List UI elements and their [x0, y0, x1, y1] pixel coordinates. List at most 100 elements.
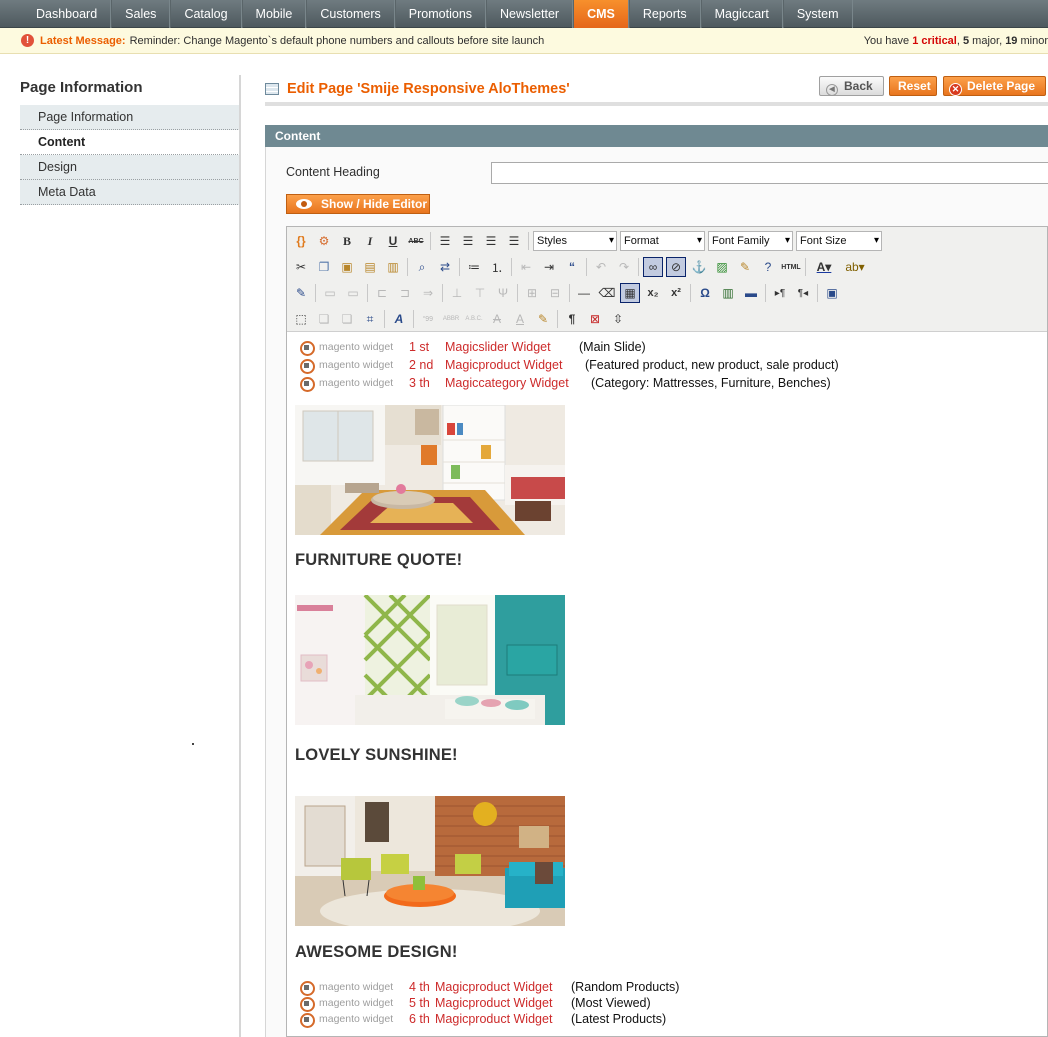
table-merge-icon[interactable]: ⊟ [545, 283, 565, 303]
nav-promotions[interactable]: Promotions [394, 0, 487, 28]
edit-css-icon[interactable]: ✎ [291, 283, 311, 303]
style-props-icon[interactable]: ⇒ [418, 283, 438, 303]
format-select[interactable]: Format [620, 231, 705, 251]
nav-dashboard[interactable]: Dashboard [0, 0, 112, 28]
undo-icon[interactable]: ↶ [591, 257, 611, 277]
tab-page-information[interactable]: Page Information [20, 105, 240, 130]
bold-icon[interactable]: B [337, 231, 357, 251]
style-props-a-icon[interactable]: A [389, 309, 409, 329]
ltr-icon[interactable]: ▸¶ [770, 283, 790, 303]
nav-cms[interactable]: CMS [573, 0, 629, 28]
align-left-icon[interactable]: ☰ [435, 231, 455, 251]
minor-count-link[interactable]: 19 [1005, 35, 1017, 47]
insert-layer-icon[interactable]: ▭ [320, 283, 340, 303]
move-backward-icon[interactable]: ⊏ [372, 283, 392, 303]
abbr-icon[interactable]: ABBR [441, 309, 461, 329]
nav-sales[interactable]: Sales [111, 0, 171, 28]
replace-icon[interactable]: ⇄ [435, 257, 455, 277]
latest-message-text[interactable]: Reminder: Change Magento`s default phone… [130, 35, 545, 47]
table-row-after-icon[interactable]: ⊤ [470, 283, 490, 303]
nav-customers[interactable]: Customers [306, 0, 395, 28]
layer-forward-icon[interactable]: ❏ [314, 309, 334, 329]
help-icon[interactable]: ? [758, 257, 778, 277]
font-family-select[interactable]: Font Family [708, 231, 793, 251]
special-char-icon[interactable]: Ω [695, 283, 715, 303]
tab-content[interactable]: Content [20, 130, 240, 155]
font-size-select[interactable]: Font Size [796, 231, 882, 251]
numbered-list-icon[interactable]: ⒈ [487, 257, 507, 277]
table-delete-row-icon[interactable]: Ψ [493, 283, 513, 303]
widget-row[interactable]: magento widget 2 nd Magicproduct Widget … [299, 357, 839, 374]
move-forward-icon[interactable]: ▭ [343, 283, 363, 303]
cite-icon[interactable]: “99 [418, 309, 438, 329]
styles-select[interactable]: Styles [533, 231, 617, 251]
advanced-hr-icon[interactable]: ▬ [741, 283, 761, 303]
show-blocks-icon[interactable]: ¶ [562, 309, 582, 329]
strikethrough-icon[interactable]: ABC [406, 231, 426, 251]
widget-row[interactable]: magento widget 6 th Magicproduct Widget … [299, 1011, 666, 1028]
align-right-icon[interactable]: ☰ [481, 231, 501, 251]
highlight-color-icon[interactable]: ab▾ [841, 257, 869, 277]
redo-icon[interactable]: ↷ [614, 257, 634, 277]
nav-magiccart[interactable]: Magiccart [700, 0, 783, 28]
underline-icon[interactable]: U [383, 231, 403, 251]
layer-backward-icon[interactable]: ❏ [337, 309, 357, 329]
unlink-icon[interactable]: ⊘ [666, 257, 686, 277]
remove-format-icon[interactable]: ⌫ [597, 283, 617, 303]
absolute-icon[interactable]: ⊐ [395, 283, 415, 303]
link-icon[interactable]: ∞ [643, 257, 663, 277]
paste-icon[interactable]: ▣ [337, 257, 357, 277]
table-split-icon[interactable]: ⊞ [522, 283, 542, 303]
widget-row[interactable]: magento widget 3 th Magiccategory Widget… [299, 375, 831, 392]
rtl-icon[interactable]: ¶◂ [793, 283, 813, 303]
insert-image-icon[interactable]: ▨ [712, 257, 732, 277]
attributes-icon[interactable]: ✎ [533, 309, 553, 329]
superscript-icon[interactable]: x² [666, 283, 686, 303]
bullet-list-icon[interactable]: ≔ [464, 257, 484, 277]
layer-absolute-icon[interactable]: ⌗ [360, 309, 380, 329]
tab-design[interactable]: Design [20, 155, 240, 180]
insert-widget-icon[interactable]: ⚙ [314, 231, 334, 251]
widget-row[interactable]: magento widget 5 th Magicproduct Widget … [299, 995, 651, 1012]
nav-system[interactable]: System [782, 0, 853, 28]
table-row-before-icon[interactable]: ⊥ [447, 283, 467, 303]
content-heading-input[interactable] [491, 162, 1048, 184]
italic-icon[interactable]: I [360, 231, 380, 251]
horizontal-rule-icon[interactable]: — [574, 283, 594, 303]
outdent-icon[interactable]: ⇤ [516, 257, 536, 277]
find-icon[interactable]: ⌕ [412, 257, 432, 277]
paste-word-icon[interactable]: ▥ [383, 257, 403, 277]
anchor-icon[interactable]: ⚓ [689, 257, 709, 277]
paste-text-icon[interactable]: ▤ [360, 257, 380, 277]
nav-newsletter[interactable]: Newsletter [486, 0, 574, 28]
design-room-image[interactable] [295, 796, 565, 926]
back-button[interactable]: ◀ Back [819, 76, 884, 96]
nav-reports[interactable]: Reports [628, 0, 701, 28]
insert-layer-box-icon[interactable]: ⬚ [291, 309, 311, 329]
nonbreaking-icon[interactable]: ⊠ [585, 309, 605, 329]
insert-media-icon[interactable]: ▥ [718, 283, 738, 303]
page-break-icon[interactable]: ⇳ [608, 309, 628, 329]
tab-meta-data[interactable]: Meta Data [20, 180, 240, 205]
widget-row[interactable]: magento widget 4 th Magicproduct Widget … [299, 979, 679, 996]
text-color-icon[interactable]: A▾ [810, 257, 838, 277]
nav-catalog[interactable]: Catalog [170, 0, 242, 28]
blockquote-icon[interactable]: “ [562, 257, 582, 277]
nav-mobile[interactable]: Mobile [241, 0, 307, 28]
subscript-icon[interactable]: x₂ [643, 283, 663, 303]
insert-variable-icon[interactable]: {} [291, 231, 311, 251]
show-hide-editor-button[interactable]: Show / Hide Editor [286, 194, 430, 214]
cut-icon[interactable]: ✂ [291, 257, 311, 277]
indent-icon[interactable]: ⇥ [539, 257, 559, 277]
delete-page-button[interactable]: ✕ Delete Page [943, 76, 1046, 96]
align-center-icon[interactable]: ☰ [458, 231, 478, 251]
html-source-icon[interactable]: HTML [781, 257, 801, 277]
furniture-room-image[interactable] [295, 405, 565, 535]
acronym-icon[interactable]: A.B.C. [464, 309, 484, 329]
copy-icon[interactable]: ❐ [314, 257, 334, 277]
align-justify-icon[interactable]: ☰ [504, 231, 524, 251]
visual-aid-icon[interactable]: ▦ [620, 283, 640, 303]
sunshine-room-image[interactable] [295, 595, 565, 725]
critical-count-link[interactable]: 1 critical [912, 35, 957, 47]
reset-button[interactable]: Reset [889, 76, 937, 96]
